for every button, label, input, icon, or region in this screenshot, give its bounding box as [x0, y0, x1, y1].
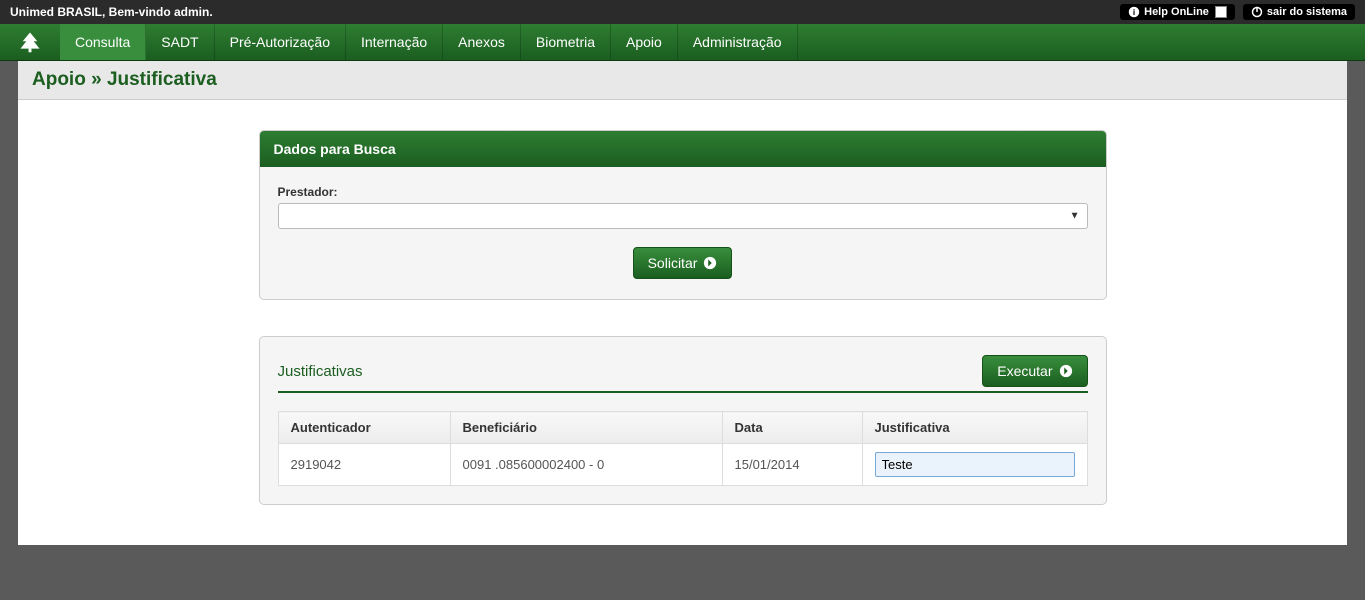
nav-administracao[interactable]: Administração — [678, 24, 798, 60]
nav-apoio[interactable]: Apoio — [611, 24, 678, 60]
welcome-text: Unimed BRASIL, Bem-vindo admin. — [10, 5, 1120, 19]
nav-internacao[interactable]: Internação — [346, 24, 443, 60]
executar-label: Executar — [997, 363, 1052, 379]
cell-beneficiario: 0091 .085600002400 - 0 — [450, 444, 722, 486]
results-panel: Justificativas Executar Autenticador Ben… — [259, 336, 1107, 505]
results-title: Justificativas — [278, 363, 363, 380]
nav-anexos[interactable]: Anexos — [443, 24, 521, 60]
justificativa-input[interactable] — [875, 452, 1075, 477]
col-data: Data — [722, 412, 862, 444]
tree-icon — [15, 31, 45, 53]
help-online-label: Help OnLine — [1144, 6, 1209, 18]
content-area: Apoio » Justificativa Dados para Busca P… — [18, 61, 1347, 545]
logo[interactable] — [0, 24, 60, 60]
nav-sadt[interactable]: SADT — [146, 24, 214, 60]
solicitar-label: Solicitar — [648, 255, 698, 271]
col-autenticador: Autenticador — [278, 412, 450, 444]
prestador-select[interactable] — [278, 203, 1088, 229]
prestador-label: Prestador: — [278, 185, 1088, 199]
info-icon: i — [1128, 6, 1140, 18]
arrow-right-circle-icon — [703, 256, 717, 270]
nav-biometria[interactable]: Biometria — [521, 24, 611, 60]
help-online-button[interactable]: i Help OnLine — [1120, 4, 1235, 20]
exit-button[interactable]: sair do sistema — [1243, 4, 1355, 20]
search-panel-title: Dados para Busca — [260, 131, 1106, 167]
table-row: 2919042 0091 .085600002400 - 0 15/01/201… — [278, 444, 1087, 486]
nav-consulta[interactable]: Consulta — [60, 24, 146, 60]
breadcrumb-bar: Apoio » Justificativa — [18, 61, 1347, 100]
search-panel: Dados para Busca Prestador: ▼ Solicitar — [259, 130, 1107, 300]
executar-button[interactable]: Executar — [982, 355, 1087, 387]
col-beneficiario: Beneficiário — [450, 412, 722, 444]
power-icon — [1251, 6, 1263, 18]
solicitar-button[interactable]: Solicitar — [633, 247, 733, 279]
topbar: Unimed BRASIL, Bem-vindo admin. i Help O… — [0, 0, 1365, 24]
cell-justificativa — [862, 444, 1087, 486]
col-justificativa: Justificativa — [862, 412, 1087, 444]
nav-pre-autorizacao[interactable]: Pré-Autorização — [215, 24, 346, 60]
svg-text:i: i — [1133, 8, 1135, 17]
exit-label: sair do sistema — [1267, 6, 1347, 18]
breadcrumb: Apoio » Justificativa — [32, 69, 1333, 91]
help-online-checkbox[interactable] — [1215, 6, 1227, 18]
cell-autenticador: 2919042 — [278, 444, 450, 486]
cell-data: 15/01/2014 — [722, 444, 862, 486]
main-nav: Consulta SADT Pré-Autorização Internação… — [0, 24, 1365, 61]
justificativas-table: Autenticador Beneficiário Data Justifica… — [278, 411, 1088, 486]
arrow-right-circle-icon — [1059, 364, 1073, 378]
